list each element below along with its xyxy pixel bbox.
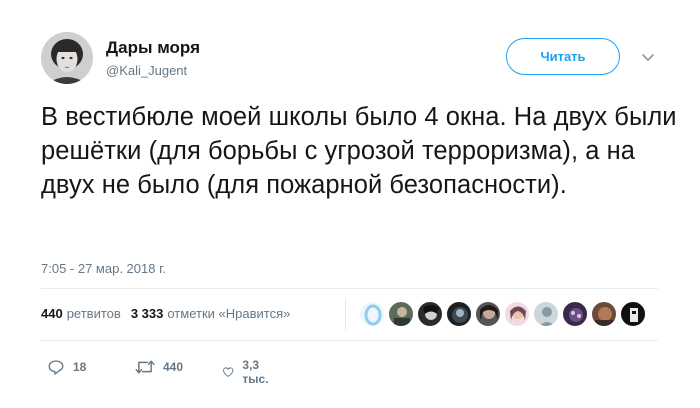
chevron-down-icon	[642, 54, 654, 61]
tweet-card: Дары моря @Kali_Jugent Читать В вестибюл…	[0, 0, 700, 408]
tweet-timestamp[interactable]: 7:05 - 27 мар. 2018 г.	[41, 261, 166, 276]
like-button[interactable]: 3,3 тыс.	[222, 358, 274, 386]
divider	[41, 340, 658, 341]
more-options-button[interactable]	[641, 50, 655, 61]
likes-label[interactable]: отметки «Нравится»	[167, 306, 290, 321]
liker-avatar[interactable]	[620, 301, 646, 327]
tweet-text: В вестибюле моей школы было 4 окна. На д…	[41, 103, 677, 199]
stats-separator	[345, 298, 346, 330]
reply-count: 18	[73, 360, 87, 374]
retweet-icon	[135, 360, 155, 374]
reply-button[interactable]: 18	[47, 358, 86, 376]
liker-avatar[interactable]	[359, 301, 385, 327]
heart-icon	[223, 367, 234, 377]
likes-count[interactable]: 3 333	[131, 306, 164, 321]
reply-icon	[48, 360, 64, 375]
retweet-button[interactable]: 440	[135, 358, 183, 376]
author-display-name[interactable]: Дары моря	[106, 38, 200, 58]
follow-button[interactable]: Читать	[506, 38, 620, 75]
author-avatar[interactable]	[41, 32, 93, 84]
divider	[41, 288, 658, 289]
liker-avatar[interactable]	[388, 301, 414, 327]
retweets-label[interactable]: ретвитов	[67, 306, 121, 321]
like-count: 3,3 тыс.	[242, 358, 269, 386]
avatar-image	[41, 32, 93, 84]
liker-avatar[interactable]	[475, 301, 501, 327]
liker-avatar[interactable]	[591, 301, 617, 327]
liker-avatar[interactable]	[562, 301, 588, 327]
retweet-count: 440	[163, 360, 184, 374]
liker-avatar[interactable]	[533, 301, 559, 327]
author-handle[interactable]: @Kali_Jugent	[106, 63, 187, 78]
liker-avatar[interactable]	[504, 301, 530, 327]
tweet-stats: 440 ретвитов 3 333 отметки «Нравится»	[41, 306, 290, 321]
retweets-count[interactable]: 440	[41, 306, 63, 321]
liker-avatar[interactable]	[417, 301, 443, 327]
liker-avatar[interactable]	[446, 301, 472, 327]
